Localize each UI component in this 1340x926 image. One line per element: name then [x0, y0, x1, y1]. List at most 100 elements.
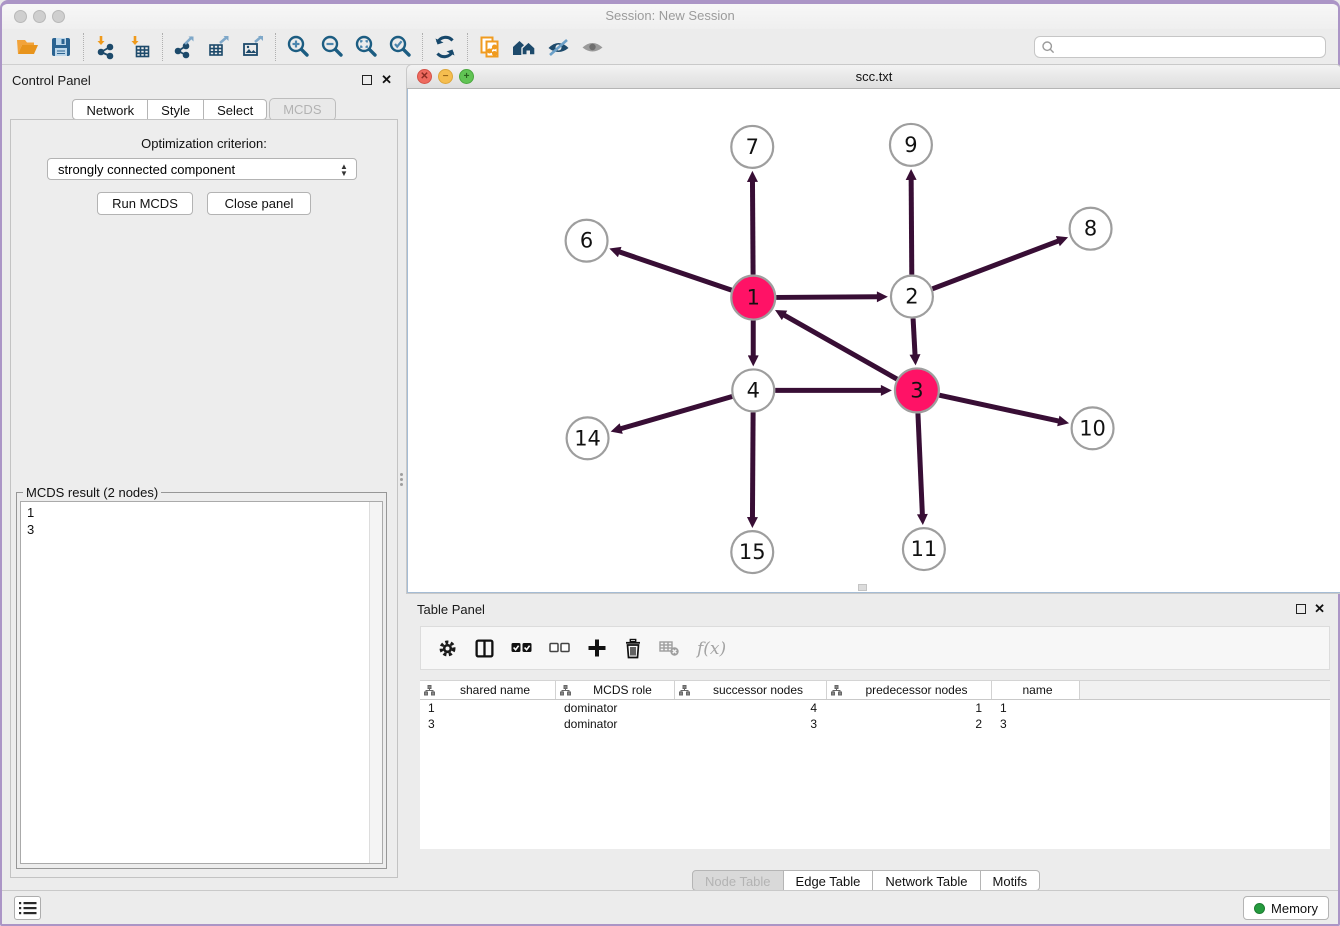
- tab-mcds[interactable]: MCDS: [269, 98, 335, 121]
- graph-edge-2-9[interactable]: [911, 179, 912, 275]
- cell-successor-nodes[interactable]: 4: [675, 700, 827, 716]
- memory-button[interactable]: Memory: [1243, 896, 1329, 920]
- add-column-icon[interactable]: [587, 638, 607, 658]
- column-header-predecessor-nodes[interactable]: predecessor nodes: [827, 681, 992, 699]
- open-folder-icon[interactable]: [10, 32, 44, 62]
- hide-selected-eye-slash-icon[interactable]: [541, 32, 575, 62]
- cell-MCDS-role[interactable]: dominator: [556, 716, 675, 732]
- main-toolbar: [2, 29, 1338, 65]
- tab-node-table[interactable]: Node Table: [692, 870, 784, 891]
- table-panel-header: Table Panel ✕: [407, 600, 1338, 620]
- delete-trash-icon[interactable]: [623, 638, 643, 659]
- tab-select[interactable]: Select: [204, 99, 267, 120]
- cell-predecessor-nodes[interactable]: 2: [827, 716, 992, 732]
- graph-node-label: 3: [910, 378, 923, 402]
- list-icon: [19, 901, 37, 915]
- save-icon[interactable]: [44, 32, 78, 62]
- graph-edge-3-11[interactable]: [918, 413, 922, 515]
- graph-node-label: 8: [1084, 217, 1097, 241]
- sort-hierarchy-icon: [424, 685, 435, 696]
- delete-table-icon[interactable]: [659, 639, 680, 657]
- column-header-successor-nodes[interactable]: successor nodes: [675, 681, 827, 699]
- mcds-result-area[interactable]: 13: [20, 501, 383, 864]
- table-header-row: shared nameMCDS rolesuccessor nodesprede…: [420, 681, 1330, 700]
- graph-edge-2-8[interactable]: [932, 241, 1058, 289]
- panel-splitter-handle[interactable]: [400, 471, 404, 487]
- close-panel-button[interactable]: Close panel: [207, 192, 311, 215]
- result-line: 1: [27, 504, 376, 521]
- criterion-select[interactable]: strongly connected component ▲▼: [47, 158, 357, 180]
- refresh-layout-icon[interactable]: [428, 32, 462, 62]
- export-network-icon[interactable]: [168, 32, 202, 62]
- close-table-panel-icon[interactable]: ✕: [1314, 601, 1325, 617]
- column-header-MCDS-role[interactable]: MCDS role: [556, 681, 675, 699]
- show-all-eye-icon[interactable]: [575, 32, 609, 62]
- function-builder-icon[interactable]: f(x): [696, 637, 730, 659]
- status-bar: Memory: [2, 890, 1338, 924]
- table-row[interactable]: 3dominator323: [420, 716, 1330, 732]
- deselect-all-icon[interactable]: [549, 638, 571, 658]
- float-table-panel-icon[interactable]: [1296, 604, 1306, 614]
- graph-edge-1-6[interactable]: [619, 252, 732, 291]
- cell-MCDS-role[interactable]: dominator: [556, 700, 675, 716]
- toolbar-separator: [162, 33, 163, 61]
- titlebar: Session: New Session: [2, 4, 1338, 29]
- table-row[interactable]: 1dominator411: [420, 700, 1330, 716]
- table-toolbar: f(x): [420, 626, 1330, 670]
- cell-name[interactable]: 3: [992, 716, 1080, 732]
- task-history-button[interactable]: [14, 896, 41, 920]
- zoom-in-icon[interactable]: [281, 32, 315, 62]
- graph-edge-3-1[interactable]: [784, 315, 897, 379]
- select-all-icon[interactable]: [511, 638, 533, 658]
- graph-edge-2-3[interactable]: [913, 319, 915, 356]
- graph-node-label: 1: [747, 286, 760, 310]
- graph-edge-4-14[interactable]: [620, 396, 732, 428]
- column-header-shared-name[interactable]: shared name: [420, 681, 556, 699]
- export-table-icon[interactable]: [202, 32, 236, 62]
- neighbors-houses-icon[interactable]: [507, 32, 541, 62]
- zoom-fit-icon[interactable]: [349, 32, 383, 62]
- cell-name[interactable]: 1: [992, 700, 1080, 716]
- mcds-result-title: MCDS result (2 nodes): [23, 485, 161, 500]
- network-window-titlebar[interactable]: ✕ − + scc.txt: [407, 65, 1340, 89]
- run-mcds-button[interactable]: Run MCDS: [97, 192, 193, 215]
- graph-edge-1-2[interactable]: [776, 297, 878, 298]
- network-canvas[interactable]: 7968124314101511: [407, 89, 1340, 593]
- clone-network-icon[interactable]: [473, 32, 507, 62]
- tab-style[interactable]: Style: [148, 99, 204, 120]
- tab-motifs[interactable]: Motifs: [981, 870, 1041, 891]
- graph-edge-1-7[interactable]: [752, 181, 753, 275]
- table-panel: Table Panel ✕: [407, 596, 1338, 890]
- search-input[interactable]: [1056, 38, 1325, 56]
- toolbar-separator: [422, 33, 423, 61]
- result-scrollbar[interactable]: [369, 502, 382, 863]
- cell-shared-name[interactable]: 1: [420, 700, 556, 716]
- float-panel-icon[interactable]: [362, 75, 372, 85]
- close-panel-icon[interactable]: ✕: [381, 72, 392, 88]
- cell-successor-nodes[interactable]: 3: [675, 716, 827, 732]
- zoom-selected-icon[interactable]: [383, 32, 417, 62]
- sort-hierarchy-icon: [679, 685, 690, 696]
- result-line: 3: [27, 521, 376, 538]
- zoom-out-icon[interactable]: [315, 32, 349, 62]
- table-body: 1dominator4113dominator323: [420, 700, 1330, 732]
- table-settings-gear-icon[interactable]: [437, 638, 458, 659]
- tab-network-table[interactable]: Network Table: [873, 870, 980, 891]
- control-panel-header: Control Panel ✕: [2, 71, 406, 91]
- cell-shared-name[interactable]: 3: [420, 716, 556, 732]
- import-network-icon[interactable]: [89, 32, 123, 62]
- network-view-window: ✕ − + scc.txt 7968124314101511: [407, 65, 1340, 593]
- network-graph[interactable]: 7968124314101511: [408, 89, 1340, 592]
- graph-edge-3-10[interactable]: [939, 395, 1059, 421]
- import-table-icon[interactable]: [123, 32, 157, 62]
- cell-predecessor-nodes[interactable]: 1: [827, 700, 992, 716]
- canvas-resize-handle[interactable]: [858, 584, 867, 591]
- show-columns-icon[interactable]: [474, 638, 495, 659]
- graph-edge-4-15[interactable]: [752, 412, 753, 518]
- mcds-result-lines: 13: [21, 502, 382, 540]
- export-image-icon[interactable]: [236, 32, 270, 62]
- tab-edge-table[interactable]: Edge Table: [784, 870, 874, 891]
- tab-network[interactable]: Network: [72, 99, 148, 120]
- mcds-result-box: MCDS result (2 nodes) 13: [16, 492, 387, 869]
- column-header-name[interactable]: name: [992, 681, 1080, 699]
